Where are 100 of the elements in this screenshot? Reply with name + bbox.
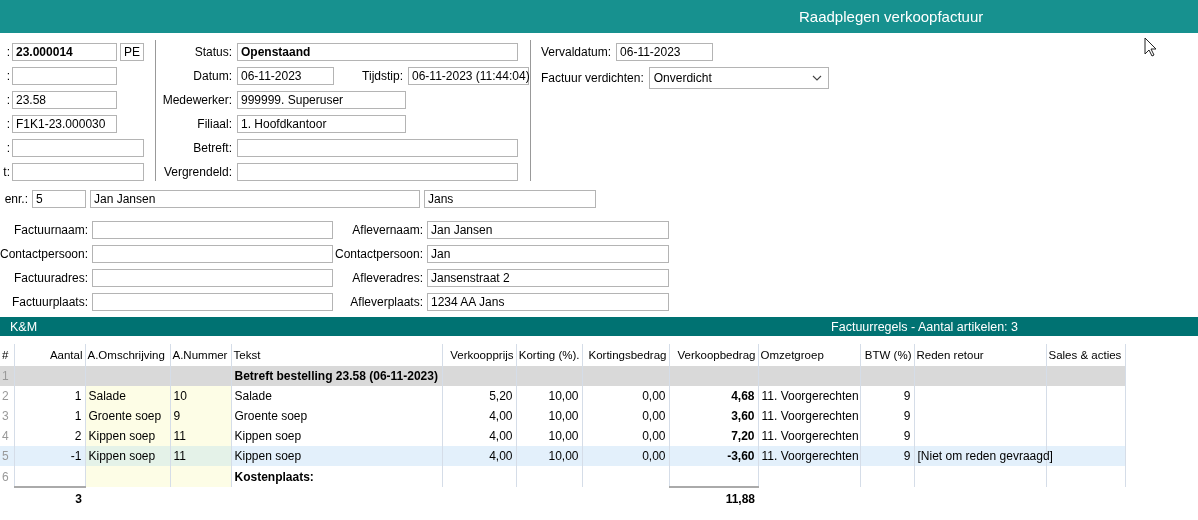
table-cell: Kippen soep: [88, 429, 156, 443]
table-cell: 10,00: [548, 389, 579, 403]
field-label: :: [5, 93, 10, 107]
dropdown[interactable]: Onverdicht: [648, 67, 829, 89]
table-cell: -1: [70, 449, 82, 463]
grid-title: Factuurregels - Aantal artikelen: 3: [831, 319, 1018, 334]
table-cell: 9: [903, 429, 911, 443]
window-title: Raadplegen verkoopfactuur: [799, 8, 984, 25]
company-label: K&M: [10, 319, 38, 334]
input-field[interactable]: Openstaand: [237, 43, 518, 61]
input-field[interactable]: [237, 163, 518, 181]
field-label: Vergrendeld:: [162, 165, 232, 179]
input-field[interactable]: [12, 163, 144, 181]
table-cell: 1: [74, 409, 82, 423]
table-cell: 5,20: [489, 389, 513, 403]
field-label: Afleveradres:: [351, 271, 423, 285]
input-field[interactable]: Jansenstraat 2: [427, 269, 669, 287]
input-field[interactable]: 23.58: [12, 91, 117, 109]
field-label: Tijdstip:: [361, 69, 403, 83]
table-cell: 1: [2, 369, 9, 383]
table-cell: 4: [2, 429, 9, 443]
table-cell: 9: [173, 409, 181, 423]
table-cell: 7,20: [731, 429, 755, 443]
input-field[interactable]: [92, 245, 333, 263]
field-label: Afleverplaats:: [349, 295, 423, 309]
input-field[interactable]: 1234 AA Jans: [427, 293, 669, 311]
input-field[interactable]: [92, 269, 333, 287]
input-field[interactable]: Jan Jansen: [90, 190, 420, 208]
table-cell: 2: [2, 389, 9, 403]
input-field[interactable]: 1. Hoofdkantoor: [237, 115, 406, 133]
table-cell: 3,60: [731, 409, 755, 423]
field-label: Status:: [193, 45, 232, 59]
table-cell: [Niet om reden gevraagd]: [917, 449, 1053, 463]
input-field[interactable]: [12, 67, 117, 85]
table-cell: 4,00: [489, 449, 513, 463]
table-cell: 10: [173, 389, 187, 403]
field-label: Filiaal:: [196, 117, 232, 131]
field-label: Betreft:: [192, 141, 232, 155]
table-cell: 11. Voorgerechten: [761, 389, 859, 403]
table-cell: 11. Voorgerechten: [761, 409, 859, 423]
table-cell: 5: [2, 449, 9, 463]
input-field[interactable]: 06-11-2023: [237, 67, 334, 85]
input-field[interactable]: 06-11-2023 (11:44:04): [408, 67, 529, 85]
field-label: Vervaldatum:: [541, 45, 612, 59]
table-cell: Salade: [88, 389, 126, 403]
input-field[interactable]: F1K1-23.000030: [12, 115, 117, 133]
input-field[interactable]: [92, 221, 333, 239]
input-field[interactable]: 999999. Superuser: [237, 91, 406, 109]
field-label: :: [5, 45, 10, 59]
table-cell: 9: [903, 449, 911, 463]
field-label: Datum:: [192, 69, 232, 83]
table-cell: 0,00: [642, 409, 666, 423]
input-field[interactable]: Jan Jansen: [427, 221, 669, 239]
chevron-down-icon: [811, 75, 822, 81]
table-cell: 9: [903, 409, 911, 423]
table-cell: 11. Voorgerechten: [761, 429, 859, 443]
table-cell: -3,60: [727, 449, 755, 463]
table-cell: 4,00: [489, 409, 513, 423]
total-value: 3: [75, 492, 82, 506]
table-cell: 11. Voorgerechten: [761, 449, 859, 463]
field-label: Factuurnaam:: [12, 223, 88, 237]
input-field[interactable]: 23.000014: [12, 43, 117, 61]
input-field[interactable]: Jan: [427, 245, 669, 263]
field-label: Contactpersoon:: [335, 247, 423, 261]
input-field[interactable]: Jans: [424, 190, 596, 208]
field-label: enr.:: [3, 192, 28, 206]
table-cell: Kippen soep: [234, 429, 302, 443]
table-cell: 11: [173, 449, 186, 463]
field-label: :: [5, 117, 10, 131]
table-cell: 9: [903, 389, 911, 403]
table-cell: 1: [74, 389, 82, 403]
input-field[interactable]: [12, 139, 144, 157]
field-label: Medewerker:: [161, 93, 232, 107]
table-cell: Salade: [234, 389, 272, 403]
selected-row[interactable]: 5 -1 Kippen soep 11 Kippen soep 4,00 10,00 0,00 -3,60 11. Voorgerechten 9 [Niet om reden gevraagd]: [0, 446, 1125, 466]
table-cell: Kippen soep: [88, 449, 156, 463]
input-field[interactable]: [92, 293, 333, 311]
field-label: :: [5, 69, 10, 83]
input-field[interactable]: [237, 139, 518, 157]
table-cell: Groente soep: [234, 409, 308, 423]
table-cell: 2: [74, 429, 82, 443]
input-field[interactable]: PE: [120, 43, 144, 61]
input-field[interactable]: 5: [32, 190, 86, 208]
field-label: Aflevernaam:: [351, 223, 423, 237]
table-cell: 10,00: [548, 429, 579, 443]
table-cell: 4,00: [489, 429, 513, 443]
table-cell: 10,00: [548, 449, 579, 463]
input-field[interactable]: 06-11-2023: [616, 43, 714, 61]
total-value: 11,88: [725, 492, 755, 506]
field-label: Factuur verdichten:: [541, 71, 644, 85]
table-cell: Kostenplaats:: [234, 469, 314, 484]
table-cell: 6: [2, 469, 9, 484]
field-label: Contactpersoon:: [0, 247, 88, 261]
table-cell: 0,00: [642, 449, 666, 463]
table-cell: 4,68: [731, 389, 755, 403]
table-cell: Betreft bestelling 23.58 (06-11-2023): [234, 369, 438, 383]
mouse-cursor-icon: [1144, 37, 1157, 57]
field-label: Factuuradres:: [12, 271, 88, 285]
table-cell: 11: [173, 429, 186, 443]
field-label: t:: [2, 165, 10, 179]
